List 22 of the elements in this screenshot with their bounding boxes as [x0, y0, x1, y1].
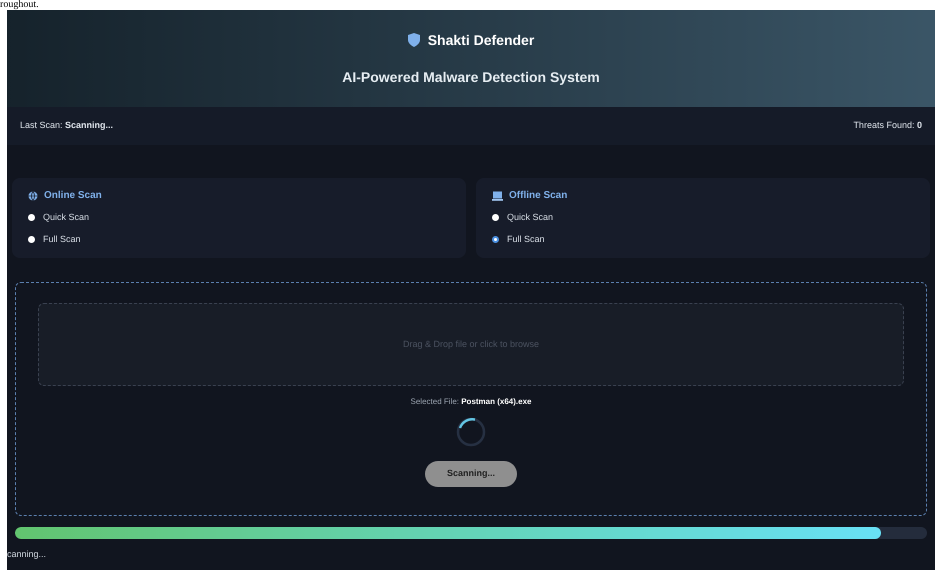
globe-icon [28, 190, 38, 200]
status-text: canning... [7, 548, 48, 561]
radio-label: Full Scan [43, 232, 81, 246]
radio-button[interactable] [492, 236, 499, 243]
card-title: Online Scan [44, 189, 102, 203]
radio-label: Quick Scan [507, 211, 554, 224]
document-text: roughout. [0, 0, 39, 10]
radio-button[interactable] [28, 236, 35, 243]
radio-label: Full Scan [507, 232, 545, 246]
card-title: Offline Scan [509, 189, 568, 203]
radio-button[interactable] [492, 214, 499, 222]
radio-button[interactable] [28, 214, 35, 222]
app-title: Shakti Defender [428, 30, 534, 50]
last-scan-text: Last Scan: Scanning... [20, 119, 114, 132]
scanning-button[interactable]: Scanning... [425, 461, 517, 487]
app-subtitle: AI-Powered Malware Detection System [342, 68, 600, 87]
threats-found-text: Threats Found: 0 [853, 119, 922, 132]
radio-label: Quick Scan [43, 211, 90, 224]
laptop-icon [492, 190, 503, 200]
selected-file-text: Selected File: Postman (x64).exe [410, 396, 532, 408]
shield-icon [408, 33, 420, 47]
spinner-icon [455, 416, 487, 448]
